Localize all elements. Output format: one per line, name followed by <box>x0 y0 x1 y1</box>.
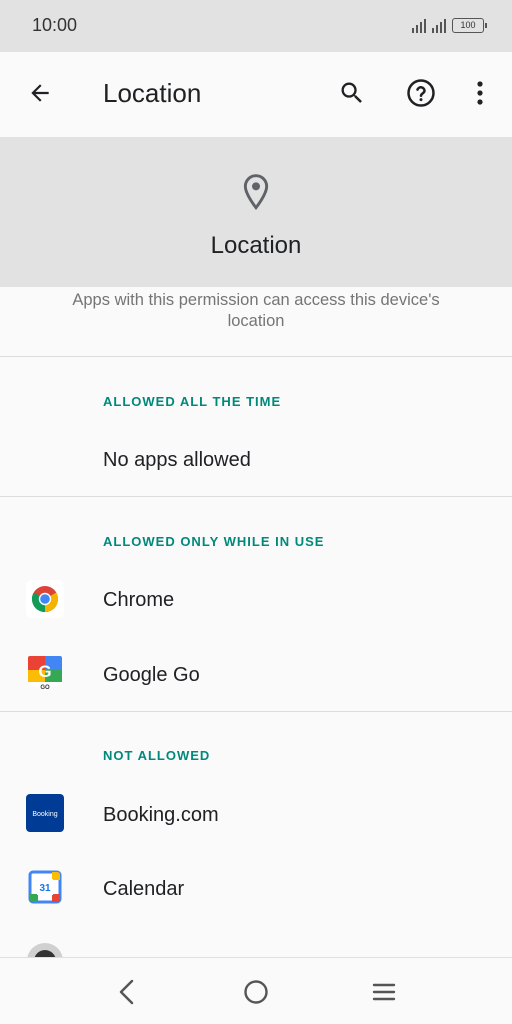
chrome-icon <box>26 580 64 618</box>
app-name-calendar: Calendar <box>103 878 185 900</box>
divider <box>0 496 512 497</box>
section-header-not-allowed: NOT ALLOWED <box>103 748 211 763</box>
status-icons: 100 <box>412 17 487 33</box>
search-icon <box>341 82 362 103</box>
navigation-bar <box>0 957 512 1024</box>
no-apps-allowed-text: No apps allowed <box>103 449 251 471</box>
booking-icon: Booking <box>26 794 64 832</box>
google-go-icon: G GO <box>28 656 62 691</box>
back-button[interactable] <box>20 73 60 113</box>
chevron-left-icon <box>119 979 134 1005</box>
signal-icon-2 <box>432 17 446 33</box>
svg-text:Booking: Booking <box>32 811 57 818</box>
permission-description: Apps with this permission can access thi… <box>72 291 440 330</box>
section-header-allowed-all-time: ALLOWED ALL THE TIME <box>103 394 282 409</box>
app-name-booking: Booking.com <box>103 804 219 826</box>
more-vert-icon <box>477 81 483 105</box>
arrow-back-icon <box>31 84 49 102</box>
nav-back-button[interactable] <box>107 972 147 1012</box>
signal-icon <box>412 17 426 33</box>
calendar-icon: 31 <box>28 870 62 904</box>
permission-title: Location <box>210 232 302 259</box>
svg-text:GO: GO <box>40 685 50 691</box>
section-header-allowed-while-in-use: ALLOWED ONLY WHILE IN USE <box>103 534 325 549</box>
nav-recents-button[interactable] <box>364 972 404 1012</box>
app-name-chrome: Chrome <box>103 589 175 611</box>
svg-text:G: G <box>38 662 51 681</box>
nav-home-button[interactable] <box>236 972 276 1012</box>
app-name-google-go: Google Go <box>103 664 200 686</box>
more-options-button[interactable] <box>460 73 500 113</box>
status-bar: 10:00 100 <box>0 0 512 52</box>
help-icon <box>407 79 435 107</box>
svg-text:31: 31 <box>39 883 51 894</box>
app-bar: Location <box>0 52 512 134</box>
permission-header: Location <box>0 137 512 287</box>
divider <box>0 711 512 712</box>
location-pin-icon <box>243 174 269 211</box>
help-button[interactable] <box>401 73 441 113</box>
page-title: Location <box>103 78 202 108</box>
battery-icon: 100 <box>452 17 487 33</box>
home-circle-icon <box>244 980 268 1004</box>
search-button[interactable] <box>332 73 372 113</box>
menu-icon <box>372 983 396 1001</box>
app-icon-partial <box>27 943 63 957</box>
status-time: 10:00 <box>32 15 78 35</box>
divider <box>0 356 512 357</box>
